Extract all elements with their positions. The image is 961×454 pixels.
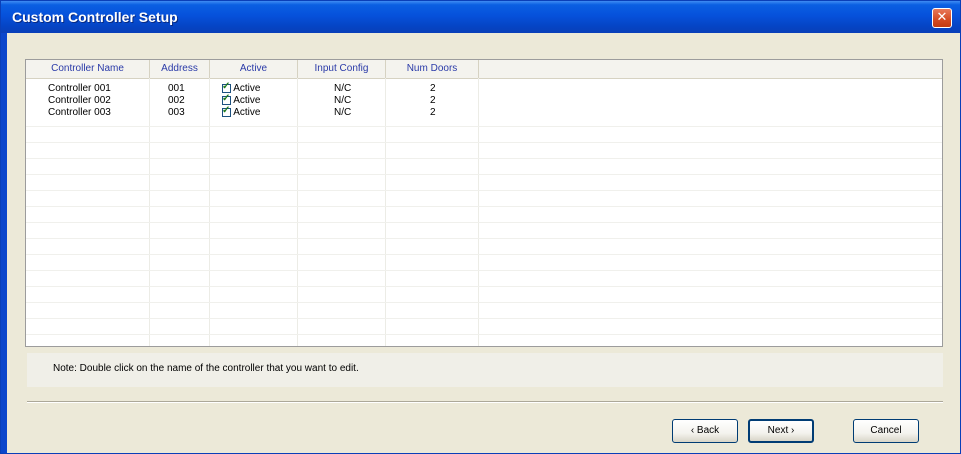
- next-button[interactable]: Next ›: [748, 419, 814, 443]
- column-header-active[interactable]: Active: [210, 60, 298, 78]
- num-doors-cell: 2: [430, 83, 436, 94]
- input-config-cell: N/C: [334, 83, 352, 94]
- column-header-num-doors[interactable]: Num Doors: [386, 60, 479, 78]
- column-header-input-config[interactable]: Input Config: [298, 60, 386, 78]
- num-doors-cell: 2: [430, 95, 436, 106]
- num-doors-cell: 2: [430, 107, 436, 118]
- active-checkbox[interactable]: ✓: [222, 105, 231, 117]
- controller-name-cell[interactable]: Controller 002: [48, 95, 111, 107]
- cancel-button[interactable]: Cancel: [853, 419, 919, 443]
- active-checkbox[interactable]: ✓: [222, 93, 231, 105]
- input-config-cell: N/C: [334, 107, 352, 118]
- active-cell: ✓ Active: [222, 105, 261, 119]
- button-separator: [27, 401, 943, 403]
- controller-name-cell[interactable]: Controller 003: [48, 107, 111, 119]
- dialog-window: Custom Controller Setup ✕ Controller Nam…: [0, 0, 961, 454]
- note-panel: Note: Double click on the name of the co…: [27, 353, 943, 387]
- table-row[interactable]: Controller 003 003 ✓ Active N/C 2: [26, 105, 942, 119]
- list-header: Controller Name Address Active Input Con…: [26, 60, 942, 79]
- close-button[interactable]: ✕: [932, 8, 952, 28]
- active-label: Active: [233, 95, 261, 106]
- address-cell: 003: [168, 107, 185, 118]
- table-row[interactable]: Controller 001 001 ✓ Active N/C 2: [26, 81, 942, 95]
- column-header-controller-name[interactable]: Controller Name: [26, 60, 150, 78]
- window-left-border: [1, 33, 7, 453]
- controller-name-cell[interactable]: Controller 001: [48, 83, 111, 95]
- checkmark-icon: ✓: [222, 93, 231, 104]
- active-label: Active: [233, 83, 261, 94]
- close-icon: ✕: [936, 10, 948, 25]
- title-bar[interactable]: Custom Controller Setup ✕: [1, 1, 960, 33]
- checkmark-icon: ✓: [222, 81, 231, 92]
- active-checkbox[interactable]: ✓: [222, 81, 231, 93]
- column-header-address[interactable]: Address: [150, 60, 210, 78]
- active-label: Active: [233, 107, 261, 118]
- checkmark-icon: ✓: [222, 105, 231, 116]
- address-cell: 002: [168, 95, 185, 106]
- back-button[interactable]: ‹ Back: [672, 419, 738, 443]
- controller-list[interactable]: Controller Name Address Active Input Con…: [25, 59, 943, 347]
- input-config-cell: N/C: [334, 95, 352, 106]
- table-row[interactable]: Controller 002 002 ✓ Active N/C 2: [26, 93, 942, 107]
- note-text: Note: Double click on the name of the co…: [53, 363, 359, 374]
- window-title: Custom Controller Setup: [12, 9, 178, 25]
- address-cell: 001: [168, 83, 185, 94]
